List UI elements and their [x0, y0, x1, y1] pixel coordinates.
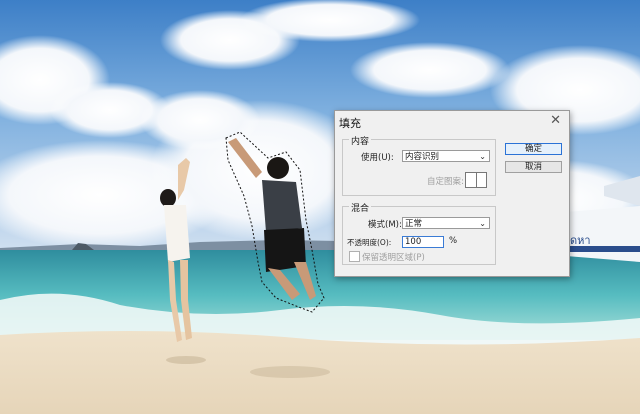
- use-label: 使用(U):: [361, 153, 394, 163]
- dialog-title: 填充: [339, 117, 361, 130]
- blending-group: 混合 模式(M): 正常 ⌄ 不透明度(O): 100 % 保留透明区域(P): [342, 201, 496, 265]
- opacity-input[interactable]: 100: [402, 236, 444, 248]
- opacity-label: 不透明度(O):: [347, 238, 392, 247]
- mode-select-value: 正常: [405, 219, 423, 229]
- contents-group-label: 内容: [349, 134, 372, 147]
- boat-text: ุดหา: [567, 234, 591, 247]
- opacity-unit: %: [449, 236, 458, 246]
- ok-button[interactable]: 确定: [505, 143, 562, 155]
- contents-group: 内容 使用(U): 内容识别 ⌄ 自定图案:: [342, 134, 496, 196]
- use-select-value: 内容识别: [405, 152, 440, 162]
- use-select[interactable]: 内容识别 ⌄: [402, 150, 490, 162]
- close-icon[interactable]: ✕: [550, 113, 561, 128]
- cancel-button[interactable]: 取消: [505, 161, 562, 173]
- custom-pattern-label: 自定图案:: [427, 177, 464, 187]
- mode-label: 模式(M):: [368, 220, 402, 230]
- chevron-down-icon: ⌄: [479, 219, 486, 228]
- blending-group-label: 混合: [349, 201, 372, 214]
- chevron-down-icon: ⌄: [479, 152, 486, 161]
- preserve-transparency-checkbox[interactable]: [349, 251, 360, 262]
- pattern-picker[interactable]: [465, 172, 487, 188]
- mode-select[interactable]: 正常 ⌄: [402, 217, 490, 229]
- preserve-transparency-label: 保留透明区域(P): [362, 253, 425, 263]
- fill-dialog: 填充 ✕ 内容 使用(U): 内容识别 ⌄ 自定图案: 混合 模式(M): 正常…: [334, 110, 570, 277]
